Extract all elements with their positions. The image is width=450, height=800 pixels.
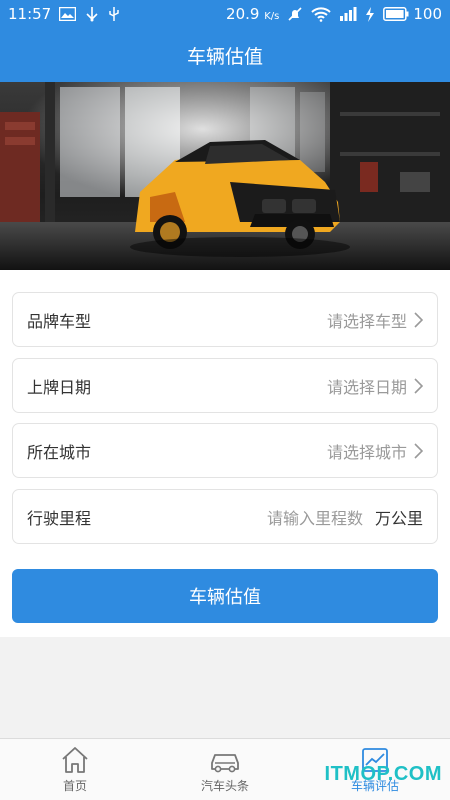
battery-level: 100 — [413, 5, 442, 23]
mileage-input[interactable]: 请输入里程数 — [267, 505, 363, 529]
app-bar: 车辆估值 — [0, 28, 450, 82]
brand-model-value: 请选择车型 — [326, 311, 407, 331]
wifi-icon — [311, 6, 332, 22]
chevron-right-icon — [414, 377, 423, 394]
chevron-right-icon — [414, 442, 423, 459]
registration-date-value: 请选择日期 — [326, 377, 407, 397]
city-row[interactable]: 所在城市 请选择城市 — [12, 423, 438, 478]
registration-date-label: 上牌日期 — [27, 377, 92, 397]
usb-icon — [84, 6, 100, 22]
page-title: 车辆估值 — [186, 45, 263, 68]
home-icon — [62, 746, 88, 773]
registration-date-row[interactable]: 上牌日期 请选择日期 — [12, 358, 438, 413]
car-icon — [211, 753, 239, 772]
city-value: 请选择城市 — [326, 442, 407, 462]
usb-debug-icon — [108, 6, 120, 22]
watermark: ITMOP.COM — [324, 763, 442, 785]
mileage-label: 行驶里程 — [27, 508, 92, 528]
hero-banner — [0, 82, 450, 270]
chevron-right-icon — [414, 311, 423, 328]
valuation-submit-button[interactable]: 车辆估值 — [12, 569, 438, 623]
image-icon — [59, 7, 77, 21]
tab-car-news[interactable]: 汽车头条 — [150, 739, 300, 800]
charging-icon — [365, 6, 375, 22]
sports-car-garage-photo — [0, 82, 450, 270]
battery-icon: 100 — [383, 5, 442, 23]
mileage-unit: 万公里 — [374, 508, 423, 528]
valuation-form: 品牌车型 请选择车型 上牌日期 请选择日期 所在城市 请选择城市 行驶里程 请输… — [0, 270, 450, 637]
tab-car-news-label: 汽车头条 — [200, 778, 249, 793]
brand-model-label: 品牌车型 — [27, 311, 92, 331]
signal-icon — [339, 7, 357, 21]
tab-home-label: 首页 — [62, 778, 87, 793]
status-time: 11:57 — [8, 5, 52, 23]
network-speed: 20.9 K/s — [226, 5, 280, 23]
status-bar: 11:57 20.9 K/s 100 — [0, 0, 450, 28]
mute-icon — [287, 6, 303, 22]
tab-home[interactable]: 首页 — [0, 739, 150, 800]
mileage-row: 行驶里程 请输入里程数 万公里 — [12, 489, 438, 544]
city-label: 所在城市 — [27, 442, 92, 462]
brand-model-row[interactable]: 品牌车型 请选择车型 — [12, 292, 438, 347]
